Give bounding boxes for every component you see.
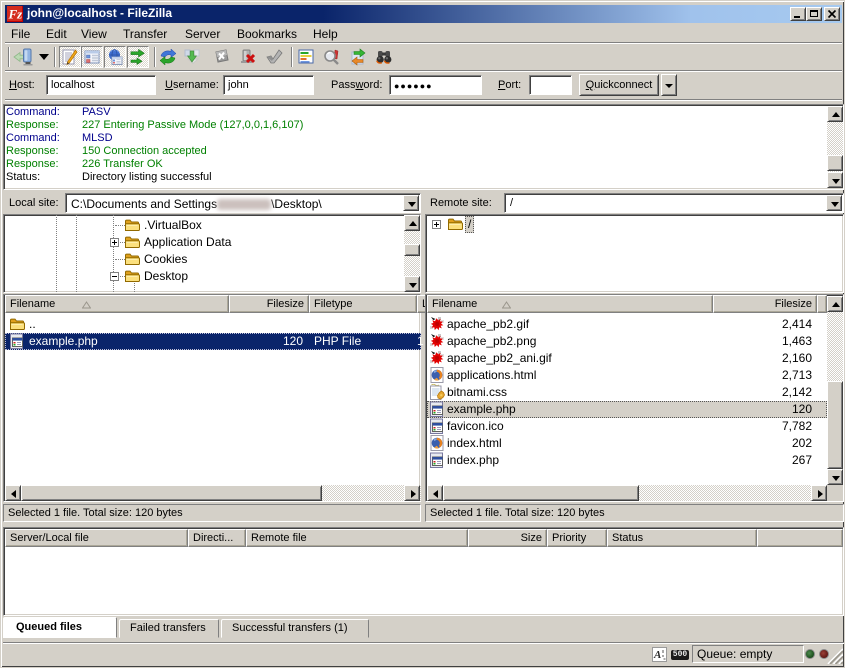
svg-text:Fz: Fz xyxy=(8,7,24,22)
svg-text:A: A xyxy=(653,649,661,661)
